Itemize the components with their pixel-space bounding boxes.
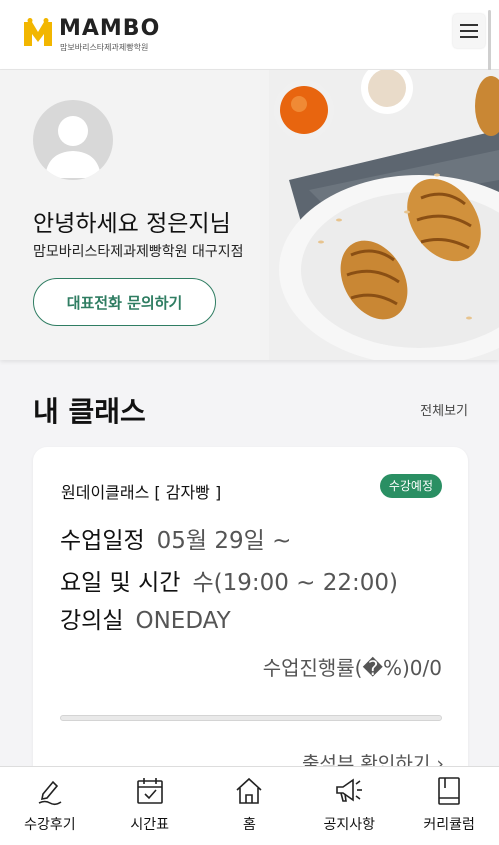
call-inquiry-button[interactable]: 대표전화 문의하기 — [33, 278, 216, 326]
class-name: 원데이클래스 [ 감자빵 ] — [61, 483, 222, 502]
progress-text: 수업진행률(�%)0/0 — [262, 656, 442, 680]
greeting-text: 안녕하세요 정은지님 — [33, 211, 231, 237]
calendar-icon — [136, 778, 163, 804]
nav-label-timetable: 시간표 — [130, 817, 170, 833]
class-card[interactable]: 원데이클래스 [ 감자빵 ] 수강예정 수업일정 05월 29일 ~ 요일 및 시… — [33, 447, 468, 807]
day-time-row: 요일 및 시간 수(19:00 ~ 22:00) — [60, 563, 398, 597]
top-header: MAMBO 맘보바리스타제과제빵학원 — [0, 0, 499, 100]
megaphone-icon — [336, 778, 363, 802]
day-time-label: 요일 및 시간 — [60, 570, 181, 596]
home-icon — [236, 777, 263, 804]
menu-bar-icon — [460, 36, 478, 38]
status-badge: 수강예정 — [379, 474, 442, 498]
app-screen: MAMBO 맘보바리스타제과제빵학원 안녕하세요 정은지님 맘모바리스타제과제빵… — [0, 0, 499, 845]
logo-subtitle: 맘보바리스타제과제빵학원 — [60, 43, 149, 52]
classroom-row: 강의실 ONEDAY — [60, 601, 231, 635]
nav-label-review: 수강후기 — [24, 817, 76, 833]
nav-label-notice: 공지사항 — [323, 817, 376, 833]
menu-bar-icon — [460, 24, 478, 26]
nav-item-curriculum[interactable]: 커리큘럼 — [399, 767, 499, 845]
schedule-row: 수업일정 05월 29일 ~ — [60, 521, 291, 555]
logo-mark-icon — [24, 18, 52, 46]
pen-icon — [38, 780, 62, 806]
hamburger-menu-button[interactable] — [453, 14, 485, 48]
croissant-photo — [269, 70, 499, 360]
book-icon — [438, 777, 460, 805]
profile-avatar[interactable] — [33, 100, 113, 180]
branch-name: 맘모바리스타제과제빵학원 대구지점 — [33, 244, 244, 260]
nav-item-timetable[interactable]: 시간표 — [100, 767, 200, 845]
schedule-value: 05월 29일 ~ — [156, 528, 292, 554]
bottom-navigation: 수강후기 시간표 홈 공지사항 커리큘럼 — [0, 766, 499, 845]
menu-bar-icon — [460, 30, 478, 32]
mambo-logo[interactable]: MAMBO 맘보바리스타제과제빵학원 — [22, 14, 162, 54]
schedule-label: 수업일정 — [60, 528, 145, 554]
day-time-value: 수(19:00 ~ 22:00) — [192, 570, 399, 596]
nav-item-notice[interactable]: 공지사항 — [299, 767, 399, 845]
view-all-link[interactable]: 전체보기 — [420, 400, 468, 419]
progress-bar — [60, 715, 442, 721]
nav-label-home: 홈 — [243, 817, 256, 833]
classroom-label: 강의실 — [60, 608, 124, 634]
hero-banner: 안녕하세요 정은지님 맘모바리스타제과제빵학원 대구지점 대표전화 문의하기 — [0, 70, 499, 360]
classroom-value: ONEDAY — [135, 608, 231, 634]
user-silhouette-icon — [45, 116, 101, 178]
nav-label-curriculum: 커리큘럼 — [423, 817, 475, 833]
my-class-title: 내 클래스 — [33, 395, 146, 428]
logo-text: MAMBO — [59, 16, 161, 41]
nav-item-home[interactable]: 홈 — [200, 767, 300, 845]
nav-item-review[interactable]: 수강후기 — [0, 767, 100, 845]
